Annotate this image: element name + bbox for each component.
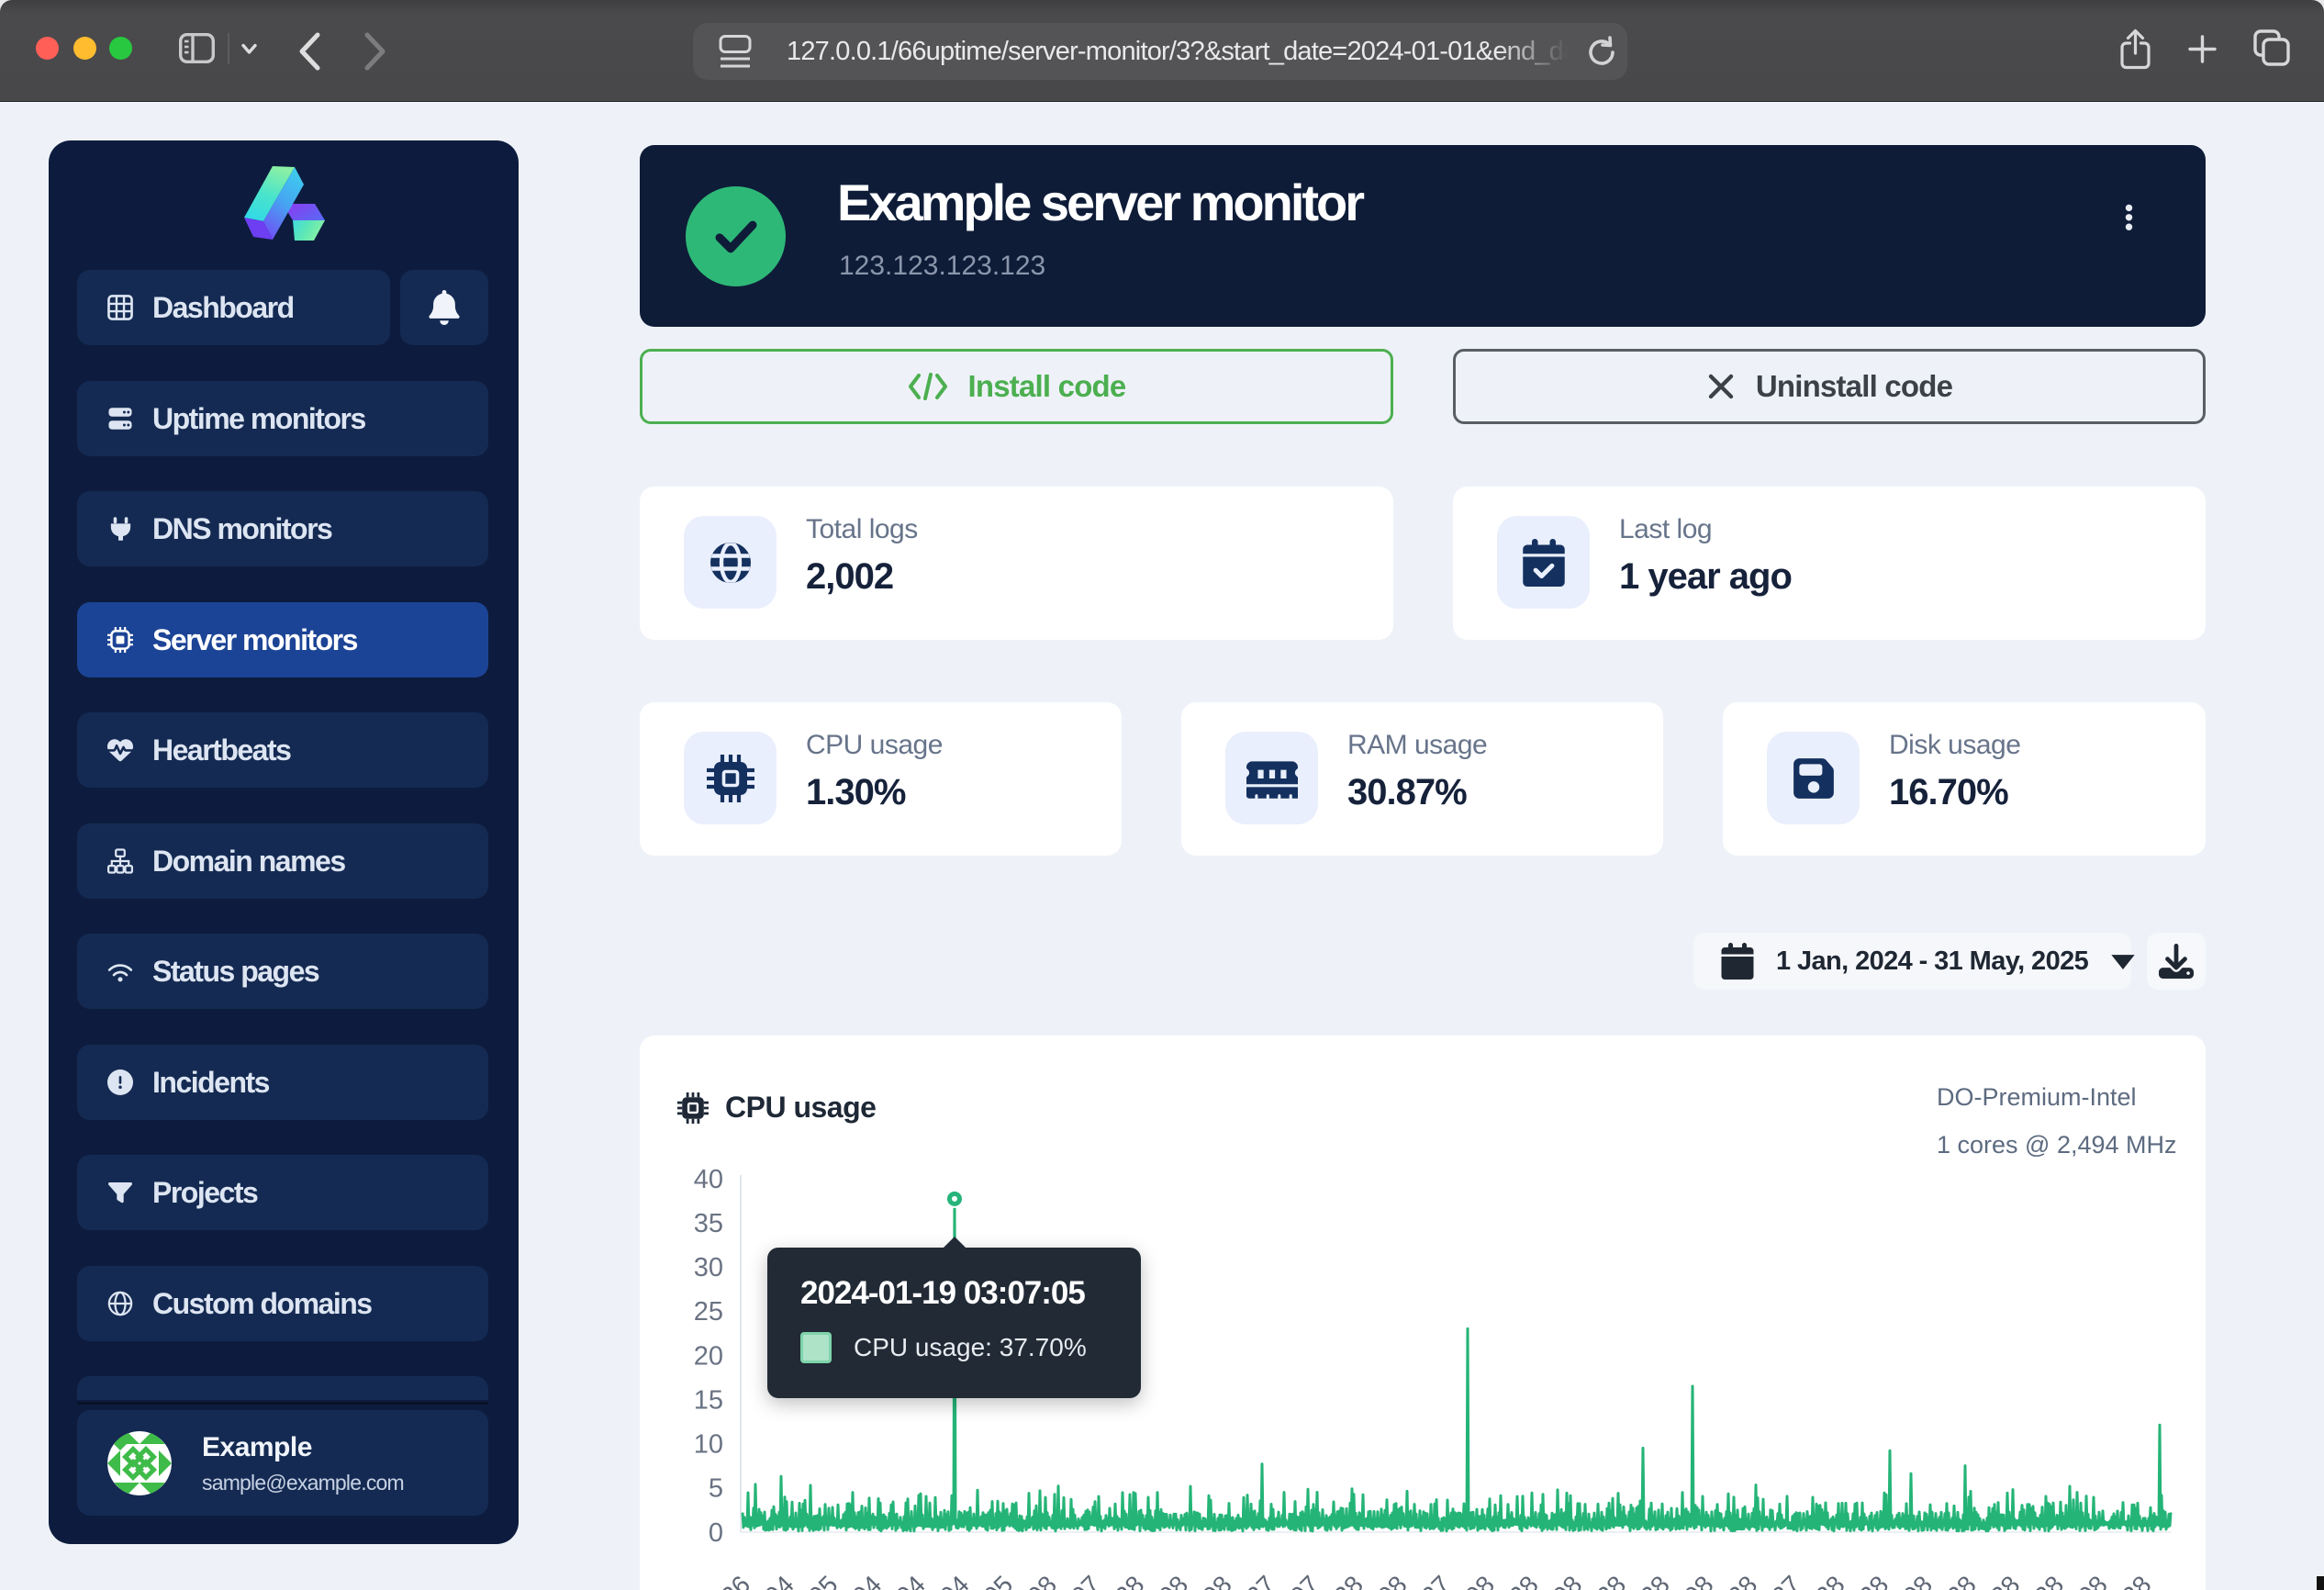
svg-text:15: 15 [694,1385,723,1415]
svg-text:0: 0 [709,1518,723,1548]
svg-text:35: 35 [694,1209,723,1238]
svg-text:20: 20 [694,1341,723,1371]
svg-text:30: 30 [694,1253,723,1282]
svg-text:10: 10 [694,1430,723,1460]
svg-text:40: 40 [694,1165,723,1194]
svg-text:5: 5 [709,1474,723,1504]
svg-text:2024-01-26: 2024-01-26 [642,1570,755,1590]
svg-text:25: 25 [694,1297,723,1327]
